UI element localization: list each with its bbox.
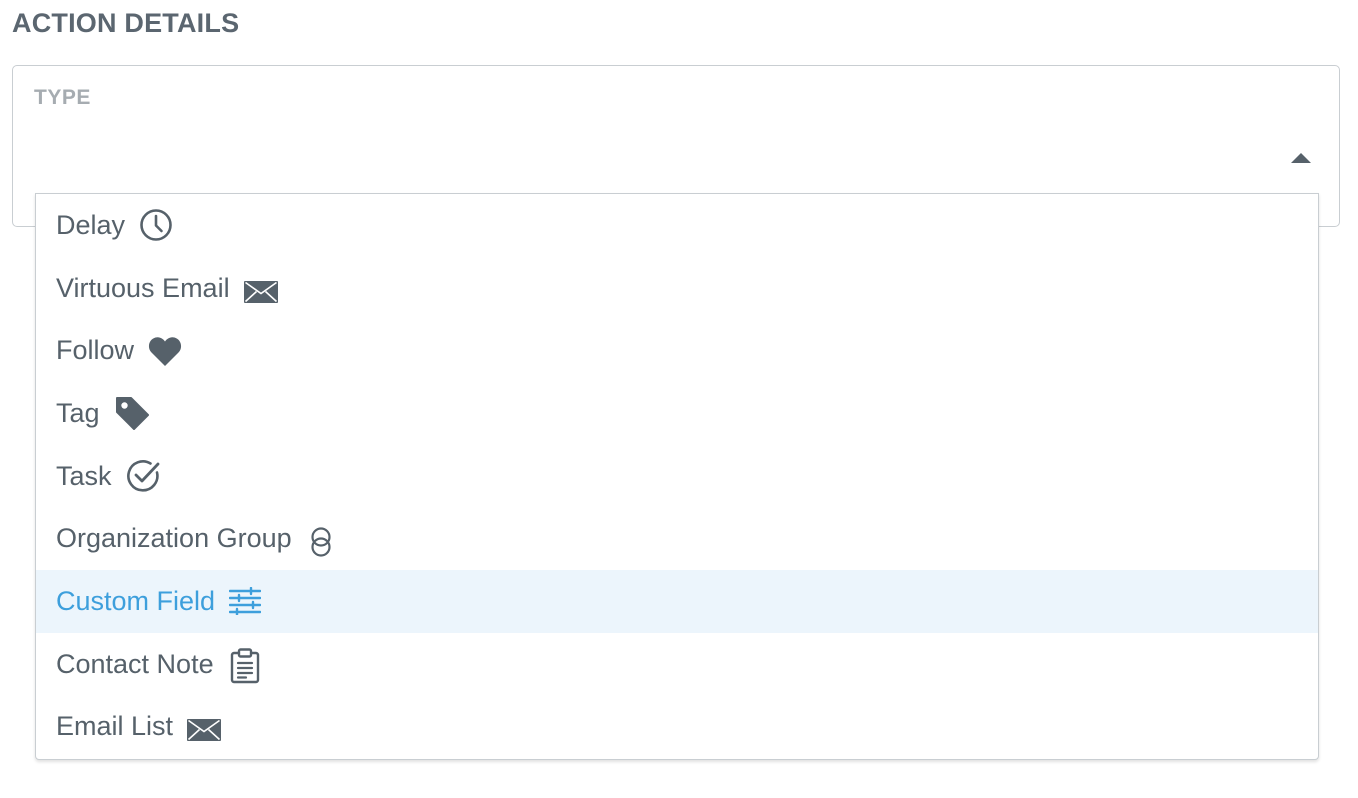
tag-icon xyxy=(114,395,150,431)
dropdown-toggle-button[interactable] xyxy=(1285,146,1317,170)
option-label: Virtuous Email xyxy=(56,272,230,303)
linked-rings-icon xyxy=(310,527,332,557)
option-delay[interactable]: Delay xyxy=(36,194,1318,257)
caret-up-icon xyxy=(1291,153,1311,163)
option-label: Follow xyxy=(56,335,135,366)
type-dropdown-menu: Delay Virtuous Email Follow Tag Task Org… xyxy=(35,193,1319,760)
option-label: Tag xyxy=(56,397,100,428)
section-title: ACTION DETAILS xyxy=(12,8,240,38)
option-email-list[interactable]: Email List xyxy=(36,696,1318,759)
envelope-icon xyxy=(187,718,222,741)
option-label: Delay xyxy=(56,209,126,240)
option-virtuous-email[interactable]: Virtuous Email xyxy=(36,257,1318,320)
option-tag[interactable]: Tag xyxy=(36,382,1318,445)
option-custom-field[interactable]: Custom Field xyxy=(36,570,1318,633)
option-label: Contact Note xyxy=(56,648,214,679)
option-follow[interactable]: Follow xyxy=(36,319,1318,382)
option-label: Organization Group xyxy=(56,523,292,554)
check-circle-icon xyxy=(126,459,160,493)
option-label: Custom Field xyxy=(56,585,216,616)
clipboard-icon xyxy=(230,648,260,684)
option-task[interactable]: Task xyxy=(36,445,1318,508)
clock-icon xyxy=(139,208,173,242)
option-label: Task xyxy=(56,460,112,491)
type-label: TYPE xyxy=(34,86,91,109)
option-label: Email List xyxy=(56,711,174,742)
heart-icon xyxy=(148,335,182,367)
sliders-icon xyxy=(229,587,262,616)
option-contact-note[interactable]: Contact Note xyxy=(36,633,1318,696)
envelope-icon xyxy=(243,281,278,304)
option-organization-group[interactable]: Organization Group xyxy=(36,507,1318,570)
